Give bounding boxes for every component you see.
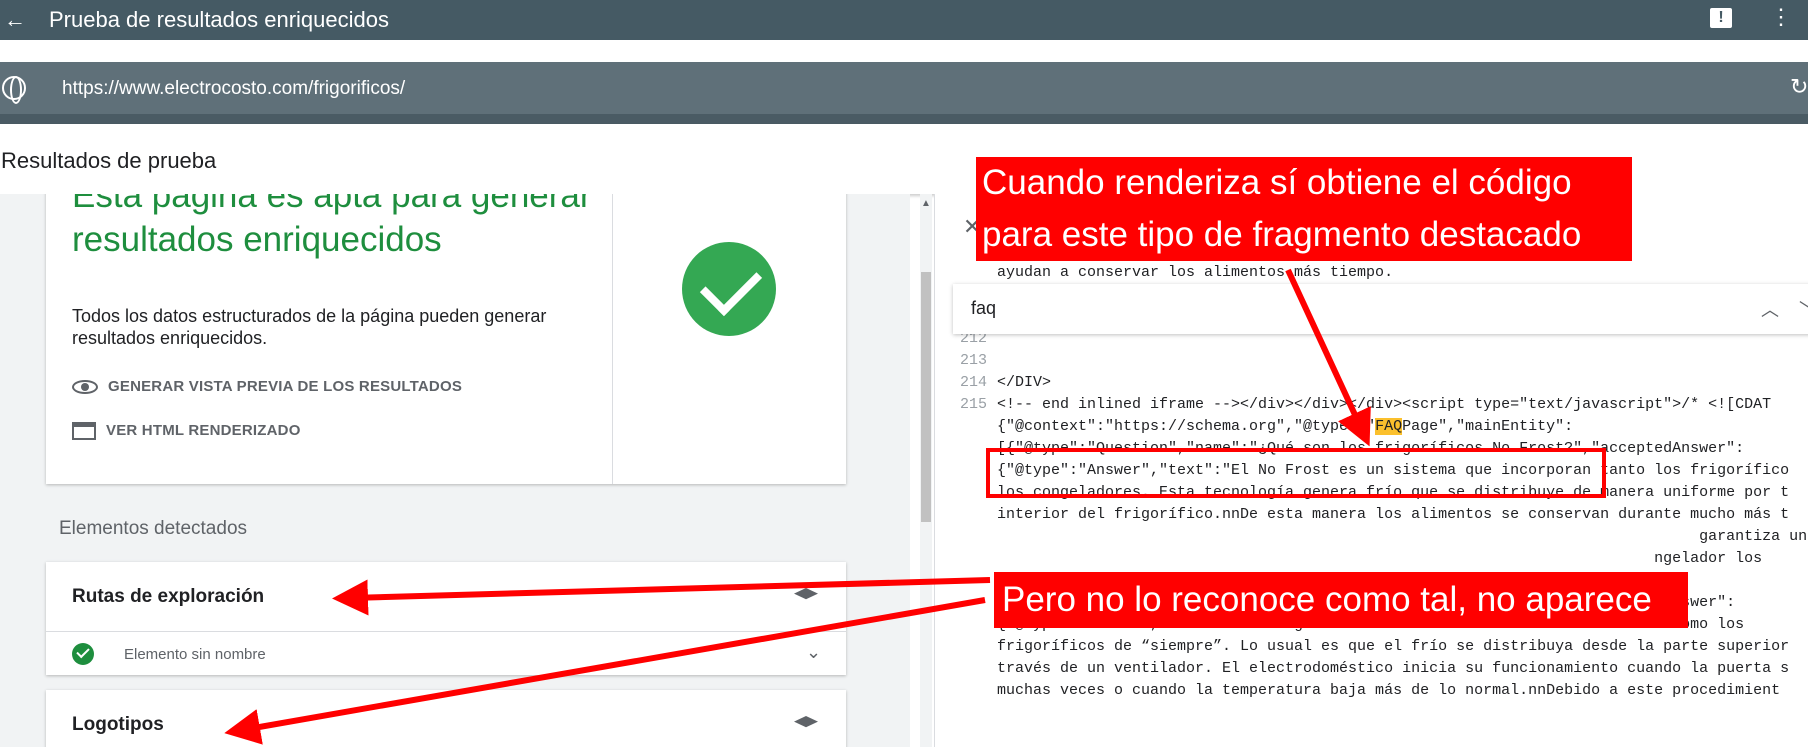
code-line: garantiza un <box>997 528 1808 545</box>
reload-icon[interactable]: ↻ <box>1790 74 1808 100</box>
search-match: FAQ <box>1375 418 1403 435</box>
check-circle-icon <box>682 242 776 336</box>
tested-url[interactable]: https://www.electrocosto.com/frigorifico… <box>62 78 405 100</box>
eligibility-description: Todos los datos estructurados de la pági… <box>72 306 547 348</box>
header-divider <box>0 114 1808 124</box>
url-bar: https://www.electrocosto.com/frigorifico… <box>0 62 1808 114</box>
graduation-cap-icon[interactable] <box>794 588 818 600</box>
left-scrollbar[interactable]: ▲ <box>920 194 932 747</box>
code-line: ayudan a conservar los alimentos más tie… <box>997 264 1394 281</box>
preview-results-link[interactable]: GENERAR VISTA PREVIA DE LOS RESULTADOS <box>72 378 462 395</box>
globe-icon <box>2 76 26 104</box>
eligibility-headline: Esta página es apta para generar resulta… <box>72 194 592 259</box>
search-input[interactable]: faq <box>971 298 996 319</box>
results-title: Resultados de prueba <box>1 148 217 173</box>
view-rendered-html-label: VER HTML RENDERIZADO <box>106 422 301 439</box>
line-number: 213 <box>959 352 987 369</box>
code-line: <!-- end inlined iframe --></div></div><… <box>997 396 1772 413</box>
chevron-down-icon[interactable]: ﹀ <box>1799 296 1808 322</box>
feedback-icon[interactable]: ! <box>1710 8 1732 28</box>
code-line: ngelador los <box>997 550 1763 567</box>
code-line: </DIV> <box>997 374 1052 391</box>
code-search-box[interactable]: faq ︿ ﹀ <box>953 284 1808 334</box>
scroll-up-icon[interactable]: ▲ <box>921 198 931 209</box>
graduation-cap-icon[interactable] <box>794 716 818 728</box>
app-title: Prueba de resultados enriquecidos <box>49 7 390 32</box>
code-line: {"@context":"https://schema.org","@type"… <box>997 418 1574 435</box>
preview-results-label: GENERAR VISTA PREVIA DE LOS RESULTADOS <box>108 378 463 395</box>
annotation-callout-top: Cuando renderiza sí obtiene el código pa… <box>976 157 1632 261</box>
line-number: 215 <box>959 396 987 413</box>
results-panel: Esta página es apta para generar resulta… <box>0 194 910 747</box>
logos-title: Logotipos <box>72 714 164 735</box>
unnamed-item[interactable]: Elemento sin nombre <box>124 646 266 663</box>
scrollbar-thumb[interactable] <box>921 272 931 522</box>
logos-card[interactable]: Logotipos <box>46 690 846 747</box>
view-rendered-html-link[interactable]: VER HTML RENDERIZADO <box>72 422 301 441</box>
detected-items-heading: Elementos detectados <box>59 518 248 539</box>
arrow-back-icon[interactable]: ← <box>4 8 26 32</box>
code-line: través de un ventilador. El electrodomés… <box>997 660 1790 677</box>
code-line: frigoríficos de “siempre”. Lo usual es q… <box>997 638 1790 655</box>
check-icon <box>72 643 94 665</box>
chevron-down-icon[interactable]: ⌄ <box>806 642 821 663</box>
eligibility-card: Esta página es apta para generar resulta… <box>46 194 846 484</box>
apps-icon[interactable]: ⋮ <box>1770 4 1792 30</box>
card-separator <box>46 631 846 632</box>
code-line: muchas veces o cuando la temperatura baj… <box>997 682 1781 699</box>
breadcrumbs-card[interactable]: Rutas de exploración Elemento sin nombre… <box>46 562 846 675</box>
code-line: interior del frigorífico.nnDe esta maner… <box>997 506 1790 523</box>
app-header: ← Prueba de resultados enriquecidos ! ⋮ <box>0 0 1808 40</box>
browser-window-icon <box>72 422 96 441</box>
breadcrumbs-title: Rutas de exploración <box>72 586 265 607</box>
eye-icon <box>72 380 98 395</box>
highlight-box <box>986 448 1606 498</box>
line-number: 214 <box>959 374 987 391</box>
annotation-callout-bottom: Pero no lo reconoce como tal, no aparece <box>994 572 1688 628</box>
card-divider <box>612 194 613 484</box>
chevron-up-icon[interactable]: ︿ <box>1761 296 1779 322</box>
